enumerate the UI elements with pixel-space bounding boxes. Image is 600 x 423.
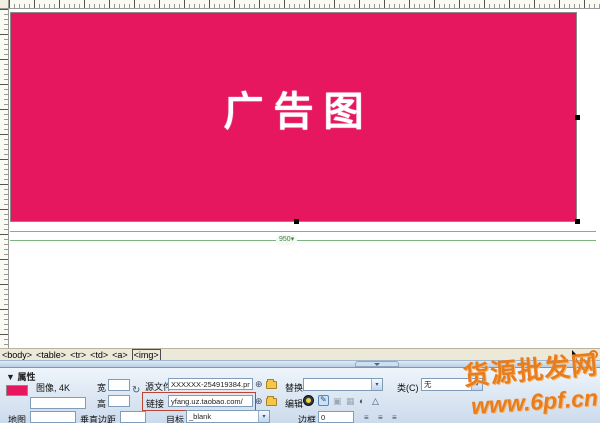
panel-collapse-icon: ▼: [6, 372, 15, 382]
reset-size-icon[interactable]: ↻: [132, 386, 140, 396]
resize-handle-right-middle[interactable]: [575, 115, 580, 120]
round-tool-icon[interactable]: [589, 350, 598, 359]
class-label: 类(C): [397, 381, 419, 394]
target-dropdown-arrow-icon[interactable]: ▾: [258, 411, 269, 422]
border-field[interactable]: [318, 411, 354, 423]
table-width-line-top: [10, 231, 596, 232]
edit-image-icon[interactable]: [318, 395, 329, 406]
crop-icon[interactable]: ▣: [333, 396, 342, 406]
link-label: 链接: [146, 397, 164, 410]
table-width-menu[interactable]: 950▾: [276, 235, 297, 245]
map-field[interactable]: [30, 411, 76, 423]
tag-td[interactable]: <td>: [90, 350, 108, 360]
sharpen-icon[interactable]: △: [372, 396, 379, 406]
link-field[interactable]: [168, 395, 253, 407]
align-left-icon[interactable]: ≡: [364, 413, 369, 422]
image-name-field[interactable]: [30, 397, 86, 409]
selected-banner-image[interactable]: 广告图: [10, 12, 577, 222]
align-right-icon[interactable]: ≡: [392, 413, 397, 422]
target-combo[interactable]: _blank ▾: [186, 410, 270, 423]
tag-a[interactable]: <a>: [112, 350, 128, 360]
brightness-contrast-icon[interactable]: ◐: [359, 396, 364, 406]
src-field[interactable]: [168, 378, 253, 390]
class-dropdown-arrow-icon[interactable]: ▾: [471, 379, 482, 390]
border-label: 边框: [298, 413, 316, 423]
properties-panel: ▼ 属性 图像, 4K 宽 高 ↻ 源文件 ⊕ 链接 ⊕ 替换 ▾ 类(C) 无…: [0, 367, 600, 423]
image-type-label: 图像, 4K: [36, 381, 70, 394]
vspace-label: 垂直边距: [80, 413, 116, 423]
properties-panel-title[interactable]: ▼ 属性: [6, 370, 35, 383]
height-label: 高: [97, 397, 106, 410]
alt-dropdown-arrow-icon[interactable]: ▾: [371, 379, 382, 390]
height-field[interactable]: [108, 395, 130, 407]
tag-selector-bar: <body> <table> <tr> <td> <a> <img>: [0, 348, 600, 360]
link-point-to-file-icon[interactable]: ⊕: [255, 396, 263, 406]
collapse-arrow-icon: [374, 363, 380, 366]
edit-label: 编辑: [285, 397, 303, 410]
tag-tr[interactable]: <tr>: [70, 350, 86, 360]
fireworks-edit-icon[interactable]: [303, 395, 314, 406]
dreamweaver-window: 广告图 950▾ <body> <table> <tr> <td> <a> <i…: [0, 0, 600, 423]
image-thumbnail: [6, 385, 28, 396]
ruler-origin-corner: [0, 0, 9, 9]
alt-label: 替换: [285, 381, 303, 394]
class-combo[interactable]: 无 ▾: [421, 378, 483, 391]
table-width-arrow-icon: ▾: [291, 236, 295, 243]
resize-handle-bottom-center[interactable]: [294, 219, 299, 224]
map-label: 地图: [8, 413, 26, 423]
design-view-canvas[interactable]: 广告图 950▾: [10, 10, 600, 348]
browse-folder-icon[interactable]: [266, 381, 277, 389]
link-browse-folder-icon[interactable]: [266, 398, 277, 406]
width-label: 宽: [97, 381, 106, 394]
tag-body[interactable]: <body>: [2, 350, 32, 360]
vertical-ruler: [0, 9, 9, 348]
width-field[interactable]: [108, 379, 130, 391]
alt-combo[interactable]: ▾: [303, 378, 383, 391]
horizontal-ruler: [9, 0, 600, 9]
vspace-field[interactable]: [120, 411, 146, 423]
align-center-icon[interactable]: ≡: [378, 413, 383, 422]
resize-handle-bottom-right[interactable]: [575, 219, 580, 224]
banner-text: 广告图: [214, 79, 374, 137]
target-label: 目标: [166, 413, 184, 423]
tag-table[interactable]: <table>: [36, 350, 66, 360]
point-to-file-icon[interactable]: ⊕: [255, 379, 263, 389]
table-width-line-bottom: [10, 240, 596, 241]
resample-icon[interactable]: ▦: [346, 396, 355, 406]
panel-splitter: [0, 360, 600, 367]
tag-img-selected[interactable]: <img>: [132, 349, 161, 361]
